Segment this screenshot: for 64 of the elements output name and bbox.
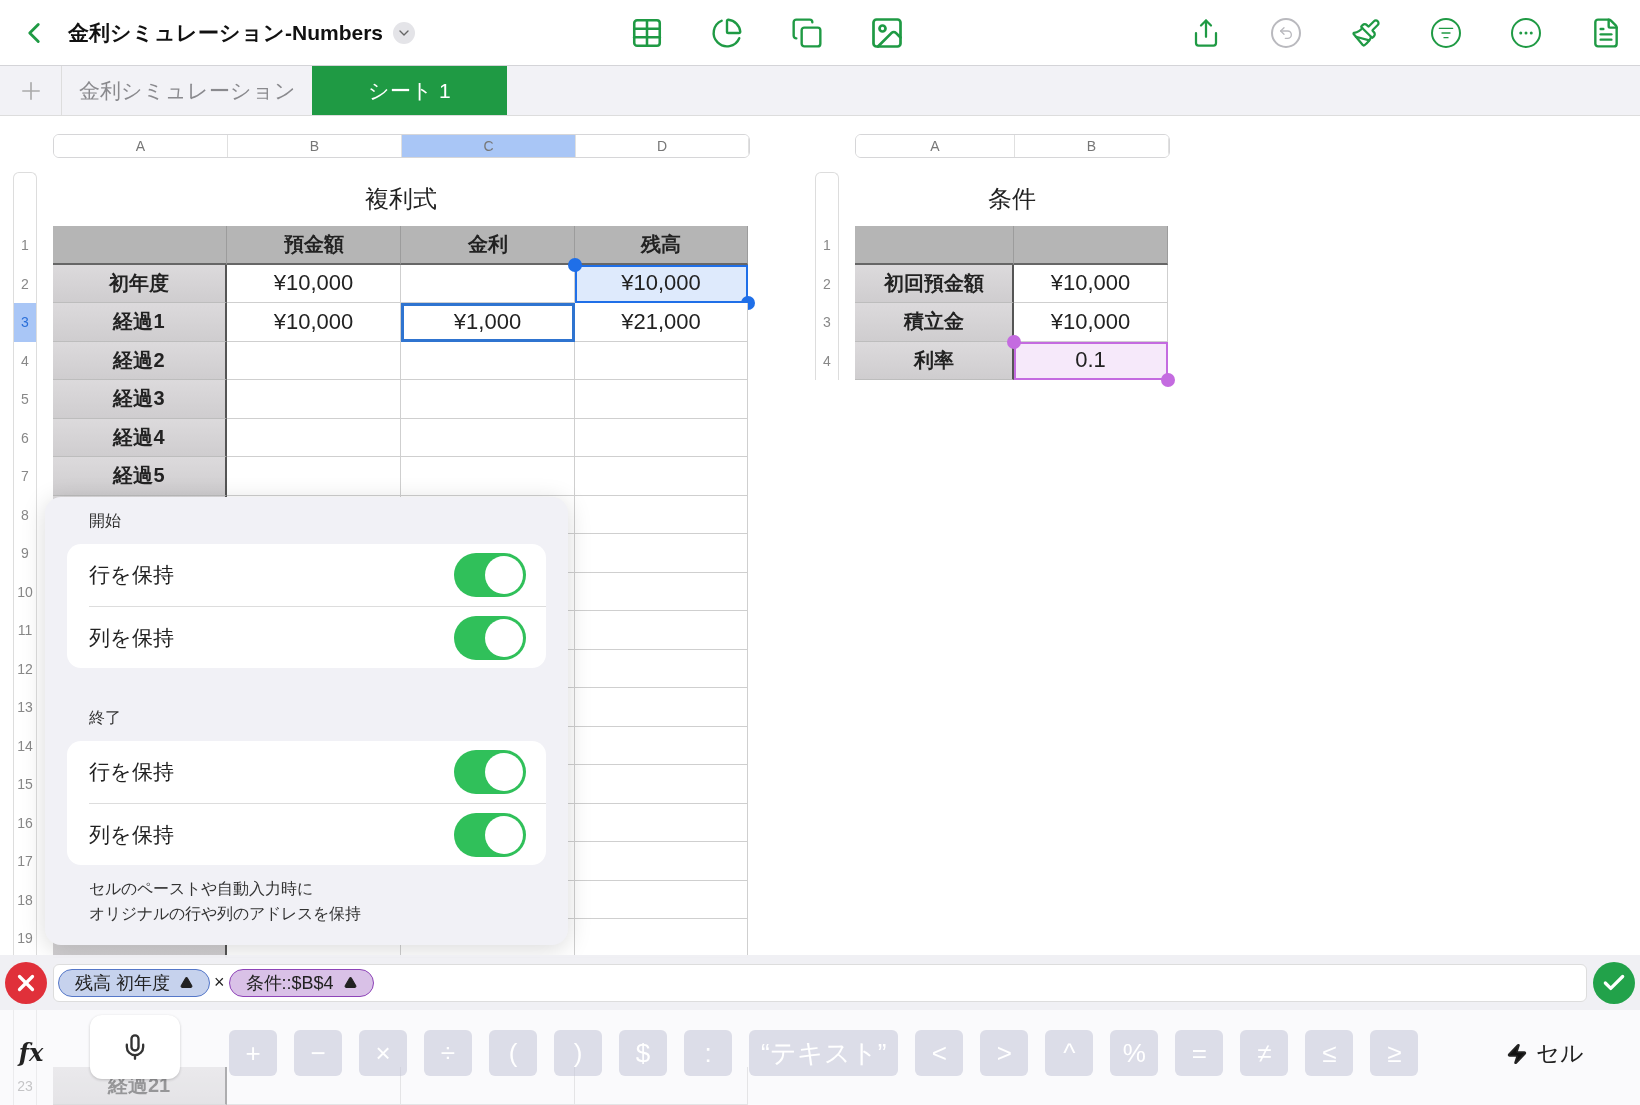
toggle-label: 列を保持 [89,624,175,651]
row-label-cell: 初年度 [53,264,227,303]
row-label-cell: 初回預金額 [855,264,1014,303]
toggle-label: 行を保持 [89,759,175,785]
sheet-tab[interactable]: 金利シミュレーション [62,66,312,115]
row-number[interactable]: 11 [13,611,37,650]
row-number[interactable]: 2 [815,264,839,303]
row-label-cell: 積立金 [855,303,1014,342]
row-number[interactable]: 15 [13,765,37,804]
table-cell[interactable]: ¥10,000 [575,264,748,303]
row-label-cell: 経過1 [53,303,227,342]
row-number[interactable]: 12 [13,649,37,688]
row-number[interactable]: 9 [13,534,37,573]
table-cell[interactable]: ¥21,000 [575,303,748,342]
row-number[interactable]: 1 [815,226,839,265]
section-title: 開始 [89,511,122,531]
toggle-label: 行を保持 [89,562,175,588]
row-number[interactable]: 13 [13,688,37,727]
row-number[interactable]: 1 [13,226,37,265]
reference-token[interactable]: 残高 初年度 [58,968,210,997]
row-label-cell: 経過2 [53,341,227,380]
table-cell[interactable]: ¥10,000 [1014,264,1168,303]
operator: × [214,972,225,993]
table-title: 条件 [986,184,1037,214]
sheet-tab[interactable]: シート 1 [312,66,507,115]
column-header-cell: 残高 [575,226,748,265]
column-header-cell: 金利 [401,226,575,265]
document-title: 金利シミュレーション-Numbers [68,19,384,46]
column-letter[interactable]: C [402,135,576,157]
row-number[interactable]: 8 [13,495,37,534]
note-text: セルのペーストや自動入力時に [89,879,314,899]
column-letter[interactable]: A [54,135,228,157]
reference-token[interactable]: 条件::$B$4 [228,968,374,997]
table-title: 複利式 [363,184,438,214]
cell-button[interactable]: セル [1506,1038,1584,1069]
note-text: オリジナルの行や列のアドレスを保持 [89,903,362,924]
section-title: 終了 [89,708,122,728]
row-number[interactable]: 7 [13,457,37,496]
row-number[interactable]: 3 [13,303,37,342]
row-label-cell: 経過3 [53,380,227,419]
column-header-cell: 預金額 [227,226,401,265]
table-cell[interactable]: ¥10,000 [227,303,401,342]
function-button[interactable]: fx [0,1038,62,1067]
row-number[interactable]: 2 [13,264,37,303]
row-number[interactable]: 17 [13,842,37,881]
row-label-cell: 利率 [855,341,1014,380]
row-number[interactable]: 14 [13,726,37,765]
row-number[interactable]: 3 [815,303,839,342]
table-cell[interactable]: 0.1 [1014,341,1168,380]
row-number[interactable]: 16 [13,803,37,842]
row-number[interactable]: 19 [13,919,37,958]
row-number[interactable]: 18 [13,880,37,919]
row-number[interactable]: 10 [13,572,37,611]
row-label-cell: 経過5 [53,457,227,496]
toggle-label: 列を保持 [89,821,175,848]
table-cell[interactable]: ¥10,000 [227,264,401,303]
formula-field[interactable]: 残高 初年度 × 条件::$B$4 [53,963,1587,1002]
row-number[interactable]: 4 [13,341,37,380]
row-label-cell: 経過4 [53,418,227,457]
row-number[interactable]: 5 [13,380,37,419]
row-number[interactable]: 4 [815,341,839,380]
table-cell[interactable]: ¥1,000 [401,303,575,342]
row-number[interactable]: 6 [13,418,37,457]
column-letter[interactable]: A [856,135,1015,157]
